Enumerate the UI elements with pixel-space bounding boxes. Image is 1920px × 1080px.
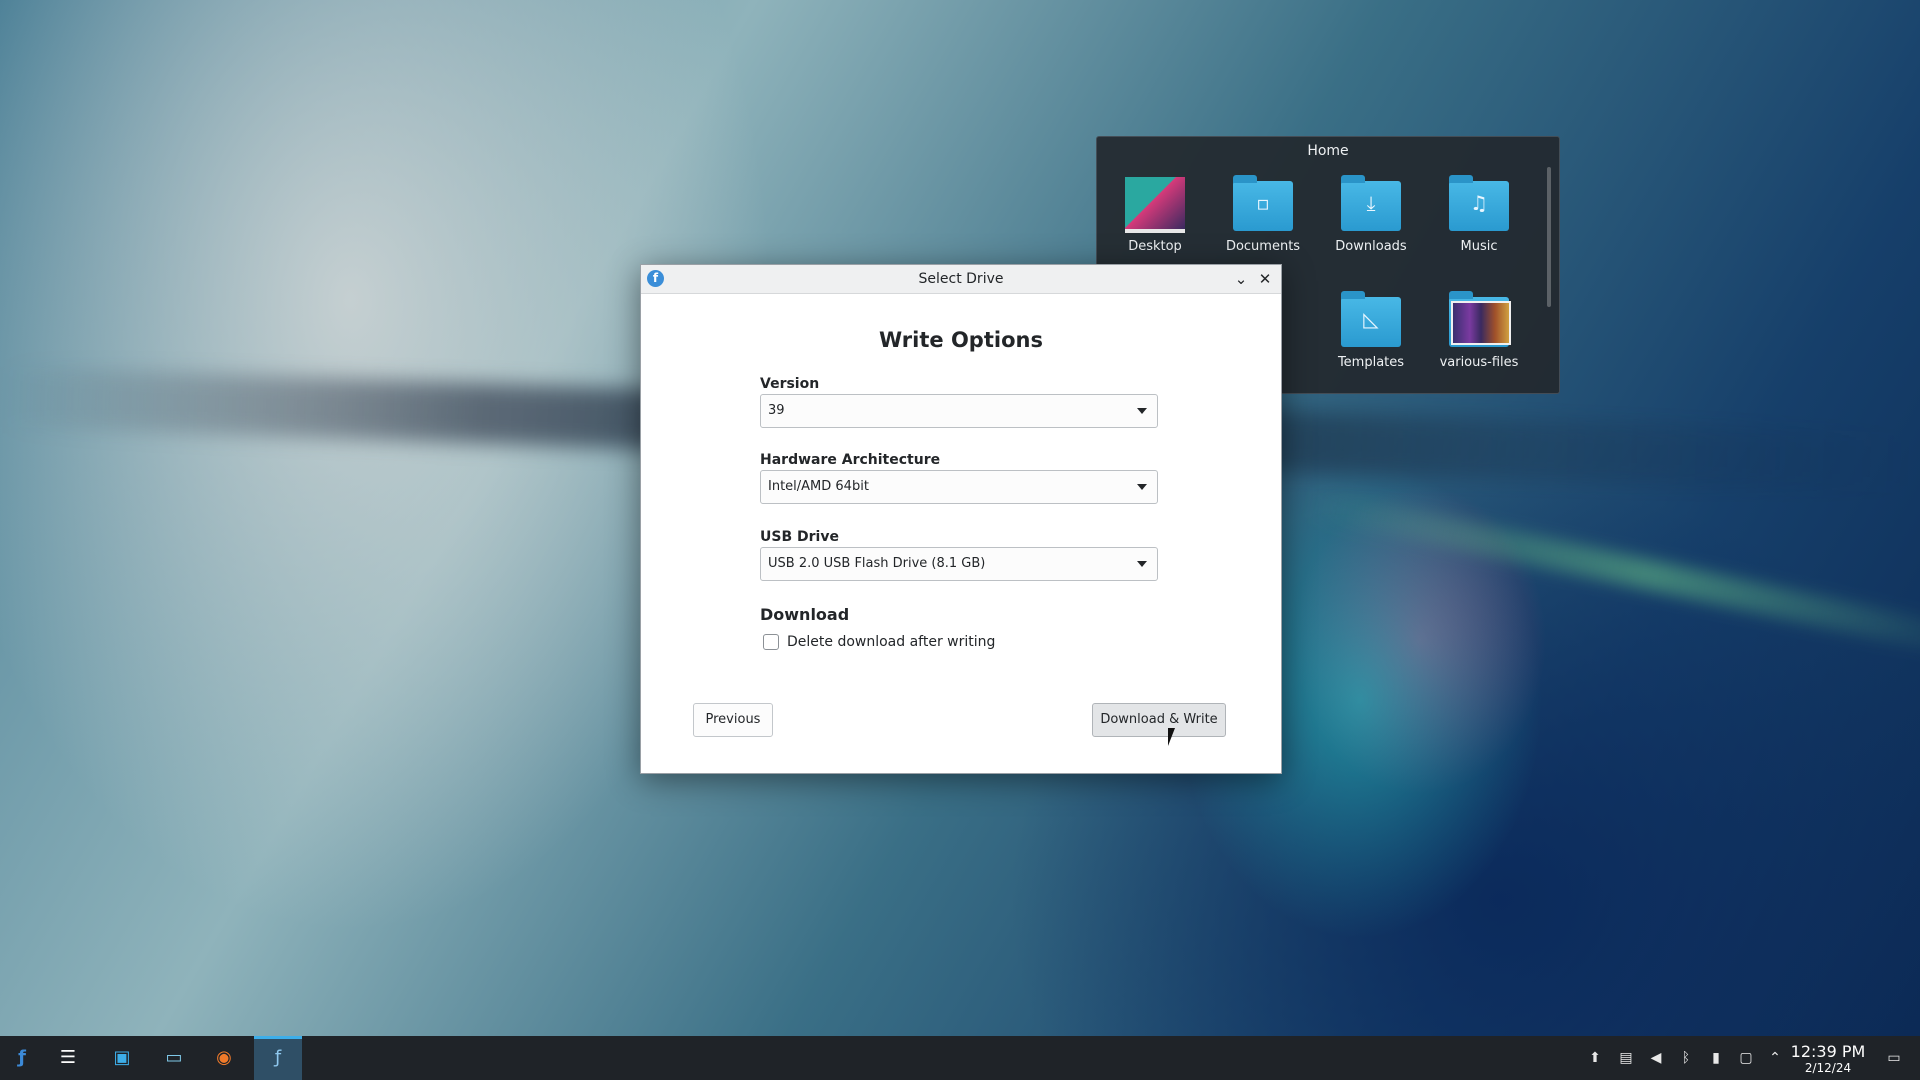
desktop-wallpaper: Home Desktop ▫ Documents ⤓ Downloads ♫ M…: [0, 0, 1920, 1036]
folder-item-music[interactable]: ♫ Music: [1429, 175, 1529, 254]
folder-item-label: Documents: [1225, 239, 1301, 254]
dialog-titlebar[interactable]: f Select Drive ⌄ ✕: [641, 265, 1281, 294]
folder-item-various-files[interactable]: various-files: [1429, 291, 1529, 370]
music-folder-icon: ♫: [1449, 175, 1509, 231]
folder-view-scrollbar[interactable]: [1547, 167, 1551, 307]
active-task-indicator: [254, 1036, 302, 1039]
show-desktop-icon[interactable]: ▭: [1884, 1048, 1904, 1068]
dialog-title: Select Drive: [918, 271, 1004, 287]
version-value: 39: [768, 403, 785, 418]
download-write-button[interactable]: Download & Write: [1092, 703, 1226, 737]
clipboard-icon[interactable]: ▤: [1616, 1048, 1636, 1068]
minimize-chevron-icon[interactable]: ⌄: [1231, 269, 1251, 289]
folder-item-documents[interactable]: ▫ Documents: [1213, 175, 1313, 254]
folder-item-label: Music: [1460, 239, 1498, 254]
documents-folder-icon: ▫: [1233, 175, 1293, 231]
desktop-thumbnail-icon: [1125, 175, 1185, 233]
removable-device-icon[interactable]: ▮: [1706, 1048, 1726, 1068]
delete-download-label[interactable]: Delete download after writing: [787, 634, 995, 650]
volume-icon[interactable]: ◀: [1646, 1048, 1666, 1068]
dropdown-arrow-icon: [1137, 561, 1147, 567]
fedora-media-writer-icon[interactable]: ƒ: [262, 1042, 294, 1074]
delete-download-checkbox[interactable]: [763, 634, 779, 650]
folder-item-label: Desktop: [1128, 239, 1182, 254]
usb-drive-label: USB Drive: [760, 529, 839, 545]
mouse-cursor-icon: [1168, 728, 1175, 746]
architecture-value: Intel/AMD 64bit: [768, 479, 869, 494]
file-manager-icon[interactable]: ▭: [158, 1042, 190, 1074]
download-section-heading: Download: [760, 605, 850, 624]
clock-date[interactable]: 2/12/24: [1788, 1061, 1868, 1075]
version-combobox[interactable]: 39: [760, 394, 1158, 428]
folder-view-title: Home: [1307, 143, 1349, 159]
system-settings-icon[interactable]: ☰: [52, 1042, 84, 1074]
dropdown-arrow-icon: [1137, 484, 1147, 490]
folder-item-templates[interactable]: ◺ Templates: [1321, 291, 1421, 370]
folder-item-label: Templates: [1337, 355, 1405, 370]
folder-item-downloads[interactable]: ⤓ Downloads: [1321, 175, 1421, 254]
usb-drive-value: USB 2.0 USB Flash Drive (8.1 GB): [768, 556, 986, 571]
bluetooth-icon[interactable]: ᛒ: [1676, 1048, 1696, 1068]
version-label: Version: [760, 376, 820, 392]
previous-button[interactable]: Previous: [693, 703, 773, 737]
discover-store-icon[interactable]: ▣: [106, 1042, 138, 1074]
dropdown-arrow-icon: [1137, 408, 1147, 414]
page-title: Write Options: [879, 328, 1043, 352]
templates-folder-icon: ◺: [1341, 291, 1401, 347]
dialog-content: Write Options Version 39 Hardware Archit…: [641, 294, 1281, 773]
firefox-icon[interactable]: ◉: [208, 1042, 240, 1074]
architecture-label: Hardware Architecture: [760, 452, 941, 468]
downloads-folder-icon: ⤓: [1341, 175, 1401, 231]
close-icon[interactable]: ✕: [1255, 269, 1275, 289]
wallpaper-streak: [1304, 487, 1920, 663]
various-files-folder-icon: [1449, 291, 1511, 347]
select-drive-dialog: f Select Drive ⌄ ✕ Write Options Version…: [640, 264, 1282, 774]
update-notifier-icon[interactable]: ⬆: [1585, 1048, 1605, 1068]
fedora-launcher-icon[interactable]: ƒ: [6, 1042, 38, 1074]
architecture-combobox[interactable]: Intel/AMD 64bit: [760, 470, 1158, 504]
clock-time[interactable]: 12:39 PM: [1788, 1042, 1868, 1061]
network-icon[interactable]: ▢: [1736, 1048, 1756, 1068]
taskbar: ƒ ☰ ▣ ▭ ◉ ƒ ⬆ ▤ ◀ ᛒ ▮ ▢ ⌃ 12:39 PM 2/12/…: [0, 1036, 1920, 1080]
folder-item-label: Downloads: [1335, 239, 1407, 254]
folder-item-label: various-files: [1439, 355, 1519, 370]
chevron-up-icon[interactable]: ⌃: [1765, 1048, 1785, 1068]
folder-item-desktop[interactable]: Desktop: [1105, 175, 1205, 254]
usb-drive-combobox[interactable]: USB 2.0 USB Flash Drive (8.1 GB): [760, 547, 1158, 581]
